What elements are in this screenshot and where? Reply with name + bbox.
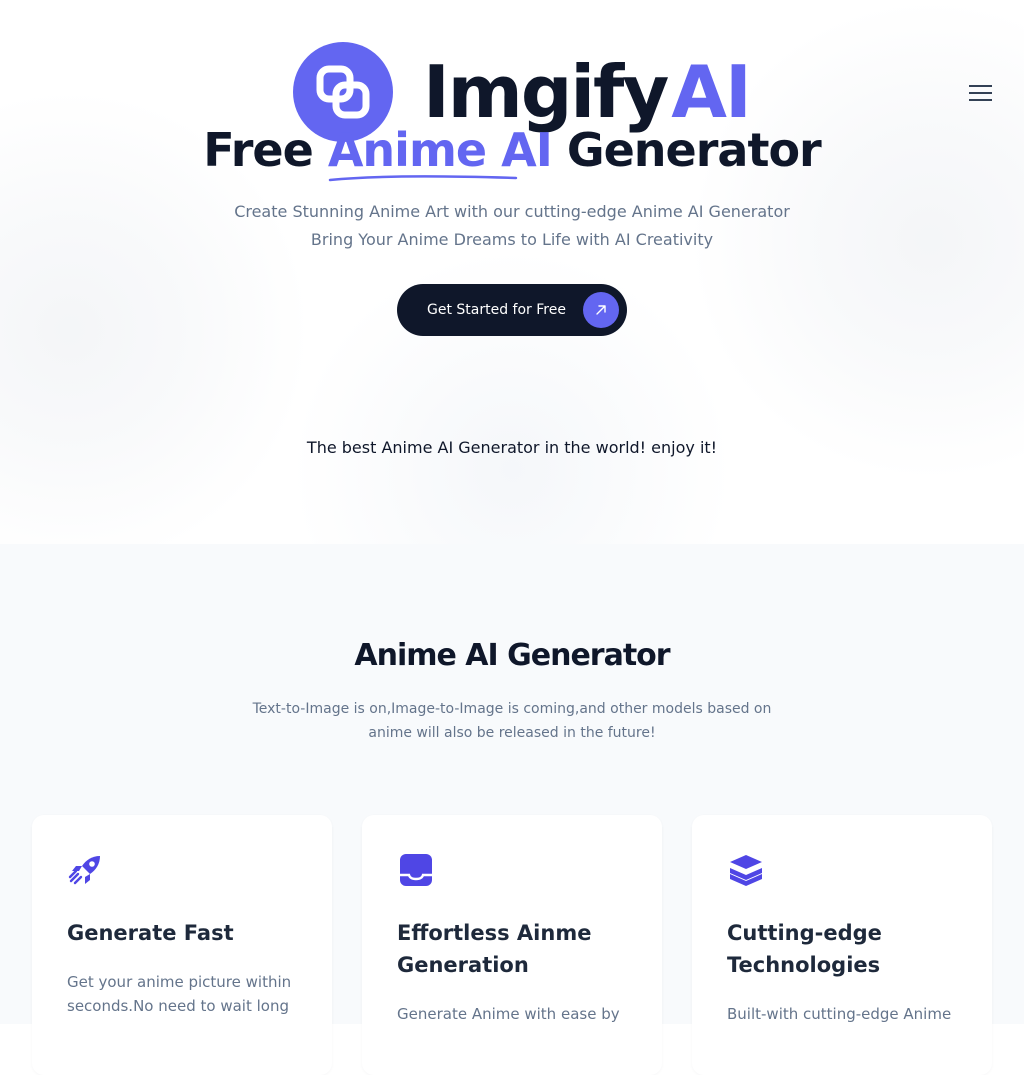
get-started-button[interactable]: Get Started for Free [397, 284, 627, 336]
features-description: Text-to-Image is on,Image-to-Image is co… [252, 701, 772, 741]
card-title: Cutting-edge Technologies [727, 921, 882, 977]
layers-stack-icon [730, 855, 762, 886]
feature-card-effortless-generation: Effortless Ainme Generation Generate Ani… [362, 815, 662, 1075]
headline-prefix: Free [203, 123, 314, 177]
arrow-up-right-icon [583, 292, 619, 328]
hero-tagline: The best Anime AI Generator in the world… [306, 438, 718, 457]
underline-swoosh-icon [328, 175, 518, 182]
subtitle-line-2: Bring Your Anime Dreams to Life with AI … [310, 230, 714, 249]
hamburger-menu-icon[interactable] [966, 80, 996, 106]
hero-subtitle: Create Stunning Anime Art with our cutti… [0, 198, 1024, 254]
hero-section: ImgifyAI Free Anime AI Generator Create … [0, 0, 1024, 544]
feature-card-generate-fast: Generate Fast Get your anime picture wit… [32, 815, 332, 1075]
hero-headline: Free Anime AI Generator [0, 122, 1024, 182]
card-title: Generate Fast [67, 921, 234, 945]
features-section: Anime AI Generator Text-to-Image is on,I… [0, 544, 1024, 1075]
card-text: Generate Anime with ease by [397, 1005, 620, 1023]
feature-card-cutting-edge: Cutting-edge Technologies Built-with cut… [692, 815, 992, 1075]
card-title: Effortless Ainme Generation [397, 921, 592, 977]
inbox-tray-icon [400, 854, 432, 886]
get-started-label: Get Started for Free [427, 302, 566, 318]
features-title: Anime AI Generator [354, 638, 670, 673]
subtitle-line-1: Create Stunning Anime Art with our cutti… [234, 202, 790, 221]
rocket-icon [68, 856, 100, 885]
card-text: Get your anime picture within seconds.No… [67, 973, 292, 1015]
card-text: Built-with cutting-edge Anime [727, 1005, 952, 1023]
headline-suffix: Generator [566, 123, 822, 177]
headline-accent: Anime AI [328, 122, 553, 182]
